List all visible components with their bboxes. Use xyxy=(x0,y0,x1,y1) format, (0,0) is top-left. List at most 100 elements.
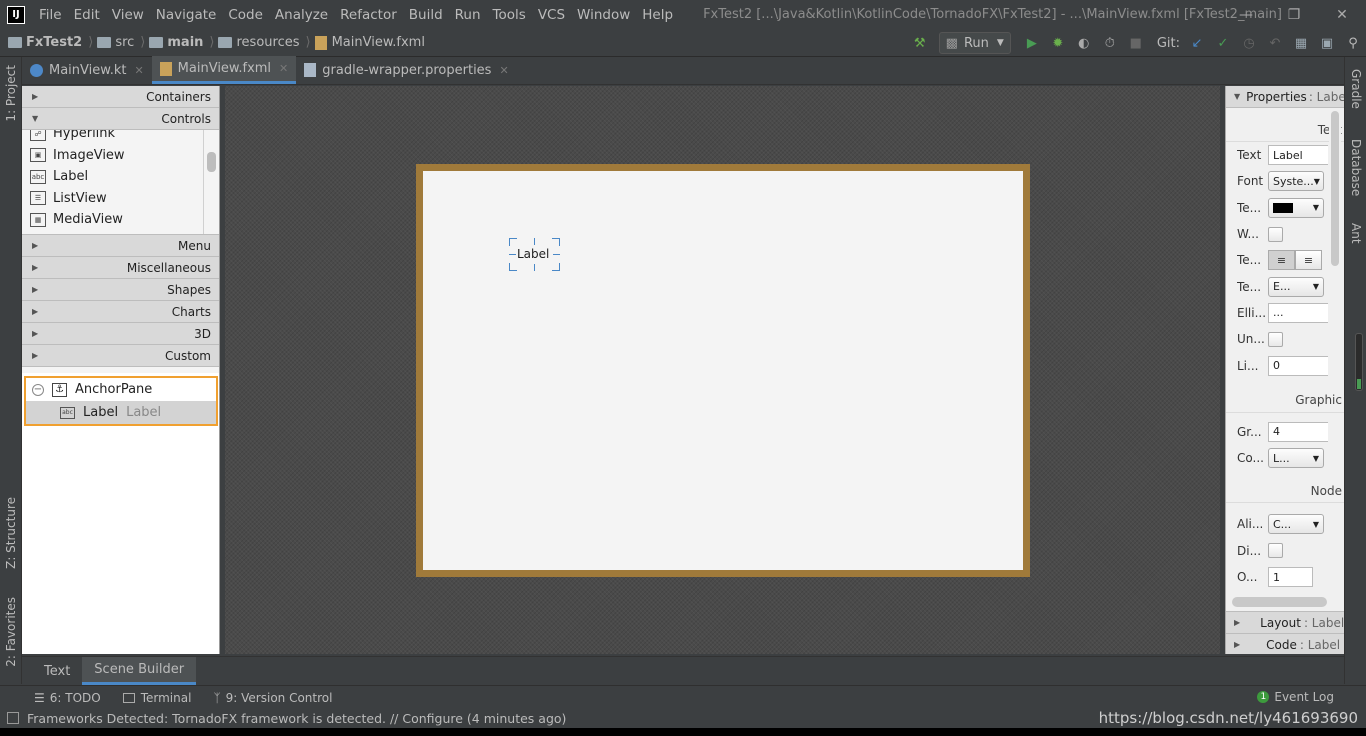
favorites-tool-button[interactable]: 2: Favorites xyxy=(4,597,18,667)
inspector-layout-header[interactable]: ▶ Layout : Label xyxy=(1226,611,1344,633)
wraptext-checkbox[interactable] xyxy=(1268,226,1283,242)
list-item-mediaview[interactable]: ▦ MediaView xyxy=(22,209,219,231)
opacity-field[interactable]: 1 xyxy=(1268,567,1313,587)
selection-handle[interactable] xyxy=(509,254,516,255)
breadcrumb-src[interactable]: src xyxy=(97,35,134,50)
coverage-icon[interactable]: ◐ xyxy=(1071,36,1097,51)
tab-mainview-fxml[interactable]: MainView.fxml ✕ xyxy=(151,56,297,84)
tab-mainview-kt[interactable]: MainView.kt ✕ xyxy=(22,56,152,84)
menu-analyze[interactable]: Analyze xyxy=(275,7,328,23)
breadcrumb-project[interactable]: FxTest2 xyxy=(8,35,82,50)
canvas-label-node[interactable]: Label xyxy=(517,247,549,261)
scrollbar-thumb[interactable] xyxy=(1331,111,1339,266)
selection-handle[interactable] xyxy=(509,238,517,239)
library-section-3d[interactable]: ▶ 3D xyxy=(22,323,219,345)
tab-text[interactable]: Text xyxy=(32,657,82,685)
close-icon[interactable]: ✕ xyxy=(499,64,508,77)
git-commit-icon[interactable]: ✓ xyxy=(1210,36,1236,51)
disable-checkbox[interactable] xyxy=(1268,543,1283,559)
textoverrun-select[interactable]: E... ▼ xyxy=(1268,276,1324,297)
align-center-icon[interactable]: ≡ xyxy=(1295,250,1322,271)
list-item-label[interactable]: abc Label xyxy=(22,166,219,188)
menu-navigate[interactable]: Navigate xyxy=(156,7,217,23)
textfill-color-picker[interactable]: ▼ xyxy=(1268,197,1324,218)
text-field[interactable]: Label xyxy=(1268,145,1328,166)
selection-handle[interactable] xyxy=(552,270,560,271)
controls-scrollbar[interactable] xyxy=(203,130,219,234)
breadcrumb-main[interactable]: main xyxy=(149,35,203,50)
run-configuration-select[interactable]: ▩ Run ▼ xyxy=(938,32,1011,54)
selection-handle[interactable] xyxy=(553,254,560,255)
list-item-hyperlink[interactable]: ☍ Hyperlink xyxy=(22,130,219,145)
project-structure-icon[interactable]: ▦ xyxy=(1288,36,1314,51)
run-icon[interactable]: ▶ xyxy=(1019,36,1045,51)
inspector-vscrollbar[interactable] xyxy=(1329,111,1341,266)
status-toggle-icon[interactable] xyxy=(7,712,19,724)
selection-handle[interactable] xyxy=(559,238,560,246)
library-section-shapes[interactable]: ▶ Shapes xyxy=(22,279,219,301)
status-message[interactable]: Frameworks Detected: TornadoFX framework… xyxy=(27,711,566,726)
menu-vcs[interactable]: VCS xyxy=(538,7,565,23)
selection-handle[interactable] xyxy=(552,238,560,239)
ant-tool-button[interactable]: Ant xyxy=(1349,223,1363,244)
menu-file[interactable]: File xyxy=(39,7,62,23)
list-item-imageview[interactable]: ▣ ImageView xyxy=(22,145,219,167)
database-tool-button[interactable]: Database xyxy=(1349,139,1363,196)
minimize-icon[interactable]: — xyxy=(1222,0,1270,29)
close-icon[interactable]: ✕ xyxy=(279,62,288,75)
font-select[interactable]: Syste... ▼ xyxy=(1268,171,1324,192)
anchorpane-border[interactable]: Label xyxy=(416,164,1030,577)
build-hammer-icon[interactable]: ⚒ xyxy=(907,36,933,51)
list-item-listview[interactable]: ☰ ListView xyxy=(22,188,219,210)
version-control-tool-button[interactable]: ᛉ 9: Version Control xyxy=(213,691,332,705)
profile-icon[interactable]: ⏱ xyxy=(1097,36,1123,51)
menu-refactor[interactable]: Refactor xyxy=(340,7,397,23)
git-history-icon[interactable]: ◷ xyxy=(1236,36,1262,51)
library-section-custom[interactable]: ▶ Custom xyxy=(22,345,219,367)
alignment-select[interactable]: C... ▼ xyxy=(1268,514,1324,535)
library-section-miscellaneous[interactable]: ▶ Miscellaneous xyxy=(22,257,219,279)
event-log-button[interactable]: 1 Event Log xyxy=(1257,690,1334,704)
terminal-tool-button[interactable]: Terminal xyxy=(122,691,191,705)
restore-icon[interactable]: ❐ xyxy=(1270,0,1318,29)
breadcrumb-resources[interactable]: resources xyxy=(218,35,300,50)
debug-icon[interactable]: ✹ xyxy=(1045,36,1071,51)
stop-icon[interactable]: ■ xyxy=(1123,36,1149,51)
menu-run[interactable]: Run xyxy=(455,7,481,23)
inspector-properties-header[interactable]: ▼ Properties : Label xyxy=(1226,86,1344,108)
graphicgap-field[interactable]: 4 xyxy=(1268,421,1328,442)
gradle-tool-button[interactable]: Gradle xyxy=(1349,69,1363,109)
menu-edit[interactable]: Edit xyxy=(74,7,100,23)
design-canvas[interactable]: Label xyxy=(225,86,1220,654)
todo-tool-button[interactable]: ☰ 6: TODO xyxy=(34,691,101,705)
tab-gradle-wrapper[interactable]: gradle-wrapper.properties ✕ xyxy=(296,56,516,84)
library-section-menu[interactable]: ▶ Menu xyxy=(22,235,219,257)
selection-handle[interactable] xyxy=(534,264,535,271)
selection-handle[interactable] xyxy=(509,270,517,271)
scrollbar-thumb[interactable] xyxy=(207,152,216,172)
linespacing-field[interactable]: 0 xyxy=(1268,355,1328,376)
menu-view[interactable]: View xyxy=(112,7,144,23)
anchorpane-content[interactable]: Label xyxy=(423,171,1023,570)
close-icon[interactable]: ✕ xyxy=(134,64,143,77)
search-icon[interactable]: ⚲ xyxy=(1340,36,1366,51)
library-section-controls[interactable]: ▼ Controls xyxy=(22,108,219,130)
inspector-hscrollbar[interactable] xyxy=(1232,597,1327,607)
structure-tool-button[interactable]: Z: Structure xyxy=(4,497,18,569)
hierarchy-item-anchorpane[interactable]: − ⚓ AnchorPane xyxy=(26,378,216,401)
align-left-icon[interactable]: ≡ xyxy=(1268,250,1295,271)
selection-handle[interactable] xyxy=(534,238,535,245)
collapse-icon[interactable]: − xyxy=(32,383,44,396)
menu-build[interactable]: Build xyxy=(409,7,443,23)
menu-code[interactable]: Code xyxy=(228,7,263,23)
tab-scene-builder[interactable]: Scene Builder xyxy=(82,657,197,685)
git-rollback-icon[interactable]: ↶ xyxy=(1262,36,1288,51)
presentation-icon[interactable]: ▣ xyxy=(1314,36,1340,51)
ellipsis-field[interactable]: ... xyxy=(1268,302,1328,323)
menu-help[interactable]: Help xyxy=(642,7,673,23)
contentdisplay-select[interactable]: L... ▼ xyxy=(1268,448,1324,469)
project-tool-button[interactable]: 1: Project xyxy=(4,65,18,122)
close-icon[interactable]: ✕ xyxy=(1318,0,1366,29)
library-section-containers[interactable]: ▶ Containers xyxy=(22,86,219,108)
menu-tools[interactable]: Tools xyxy=(493,7,526,23)
